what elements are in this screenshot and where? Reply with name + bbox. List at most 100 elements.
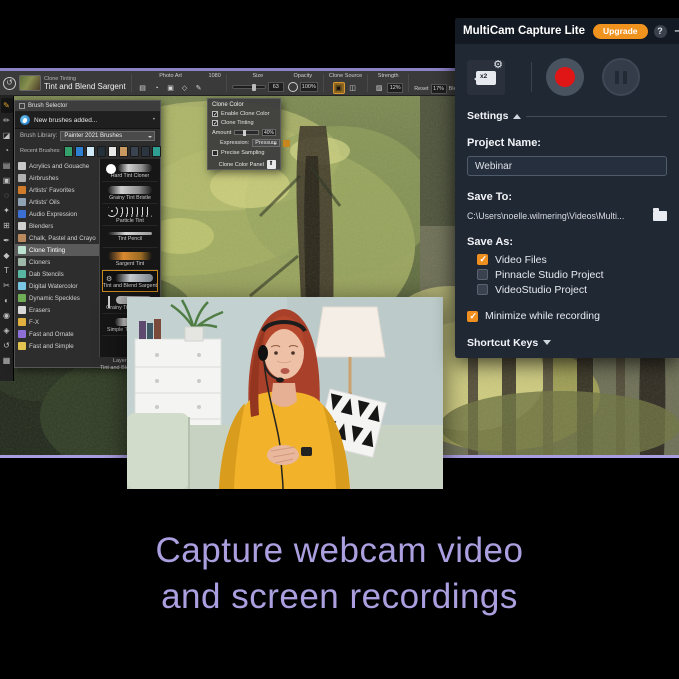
category-artists-oils[interactable]: Artists' Oils: [15, 196, 99, 208]
folder-browse-icon[interactable]: [653, 211, 667, 221]
amount-value[interactable]: 40%: [262, 129, 276, 136]
recent-brush[interactable]: [130, 146, 139, 157]
enable-clone-color-row[interactable]: Enable Clone Color: [212, 111, 276, 117]
checkbox[interactable]: [477, 284, 488, 295]
brush-category-icon: [18, 174, 26, 182]
recent-brush[interactable]: [75, 146, 84, 157]
brush-grainy-tint-bristle[interactable]: Grainy Tint Bristle: [102, 182, 158, 204]
category-fast-and-ornate[interactable]: Fast and Ornate: [15, 328, 99, 340]
category-f-x[interactable]: F-X: [15, 316, 99, 328]
clone-source-stamp-icon[interactable]: ▣: [333, 82, 345, 94]
option-videostudio-project[interactable]: VideoStudio Project: [467, 282, 667, 297]
shortcut-keys-toggle[interactable]: Shortcut Keys: [467, 337, 667, 349]
rotate-page-tool[interactable]: ↺: [1, 338, 13, 353]
checkbox[interactable]: [477, 254, 488, 265]
category-digital-watercolor[interactable]: Digital Watercolor: [15, 280, 99, 292]
category-cloners[interactable]: Cloners: [15, 256, 99, 268]
clone-tinting-checkbox[interactable]: [212, 120, 218, 126]
upgrade-button[interactable]: Upgrade: [593, 24, 647, 39]
photo-art-quick-clone-icon[interactable]: ◔: [151, 82, 163, 94]
brush-tint-and-blend-sargent[interactable]: Tint and Blend Sargent: [102, 270, 158, 292]
size-value[interactable]: 63: [268, 82, 284, 92]
media-value[interactable]: 17%: [431, 84, 447, 94]
category-fast-and-simple[interactable]: Fast and Simple: [15, 340, 99, 352]
brush-library-dropdown[interactable]: Painter 2021 Brushes: [60, 131, 155, 141]
size-slider[interactable]: [232, 85, 266, 89]
option-pinnacle-studio-project[interactable]: Pinnacle Studio Project: [467, 267, 667, 282]
brush-preset-indicator[interactable]: ↺ Clone Tinting Tint and Blend Sargent: [3, 72, 126, 94]
scissors-tool[interactable]: ✂: [1, 278, 13, 293]
option-video-files[interactable]: Video Files: [467, 252, 667, 267]
brush-tool[interactable]: ✎: [1, 98, 13, 113]
eraser-tool[interactable]: ◪: [1, 128, 13, 143]
media-reset-label[interactable]: Reset: [414, 86, 428, 92]
photo-art-pen-icon[interactable]: ✎: [193, 82, 205, 94]
clone-stamp-tool[interactable]: ▣: [1, 173, 13, 188]
project-name-input[interactable]: [467, 156, 667, 176]
recent-brush[interactable]: [108, 146, 117, 157]
clone-tinting-row[interactable]: Clone Tinting: [212, 120, 276, 126]
minimize-icon[interactable]: –: [675, 26, 679, 37]
photo-art-stamp-icon[interactable]: ▤: [137, 82, 149, 94]
help-icon[interactable]: ?: [654, 25, 667, 38]
category-dab-stencils[interactable]: Dab Stencils: [15, 268, 99, 280]
category-erasers[interactable]: Erasers: [15, 304, 99, 316]
category-acrylics-and-gouache[interactable]: Acrylics and Gouache: [15, 160, 99, 172]
photo-art-cursor-icon[interactable]: ◇: [179, 82, 191, 94]
strength-value[interactable]: 12%: [387, 83, 403, 93]
minimize-checkbox[interactable]: [467, 311, 478, 322]
recent-brush[interactable]: [64, 146, 73, 157]
recent-brush[interactable]: [119, 146, 128, 157]
brush-particle-tint[interactable]: Particle Tint: [102, 204, 158, 226]
pen-tool[interactable]: ✏: [1, 113, 13, 128]
navigator-tool[interactable]: ▦: [1, 353, 13, 368]
divine-proportion-tool[interactable]: ◈: [1, 323, 13, 338]
category-chalk-pastel-and-crayons[interactable]: Chalk, Pastel and Crayons: [15, 232, 99, 244]
settings-toggle[interactable]: Settings: [467, 110, 667, 122]
new-brushes-notification[interactable]: New brushes added... •: [15, 112, 160, 129]
record-button[interactable]: [546, 58, 584, 96]
expression-settings-icon[interactable]: [283, 140, 290, 147]
brush-hard-tint-cloner[interactable]: Hard Tint Cloner: [102, 160, 158, 182]
camera-sources-button[interactable]: x2 ⚙: [467, 60, 505, 95]
recent-brush[interactable]: [141, 146, 150, 157]
opacity-value[interactable]: 100%: [300, 82, 318, 92]
recent-brush[interactable]: [152, 146, 161, 157]
pause-button[interactable]: [602, 58, 640, 96]
notification-close-icon[interactable]: •: [153, 117, 155, 123]
category-clone-tinting[interactable]: Clone Tinting: [15, 244, 99, 256]
dropper-tool[interactable]: ◔: [1, 143, 13, 158]
mixer-tool[interactable]: ◐: [1, 293, 13, 308]
clone-color-panel-button[interactable]: Clone Color Panel: [212, 160, 276, 169]
precise-sampling-row[interactable]: Precise Sampling: [212, 150, 276, 156]
crop-tool[interactable]: ⊞: [1, 218, 13, 233]
precise-sampling-checkbox[interactable]: [212, 150, 218, 156]
enable-clone-color-checkbox[interactable]: [212, 111, 218, 117]
category-dynamic-speckles[interactable]: Dynamic Speckles: [15, 292, 99, 304]
magic-wand-tool[interactable]: ✦: [1, 203, 13, 218]
calligraphy-tool[interactable]: ✒: [1, 233, 13, 248]
recent-brush[interactable]: [97, 146, 106, 157]
fill-tool[interactable]: ▤: [1, 158, 13, 173]
lasso-tool[interactable]: ◌: [1, 188, 13, 203]
category-artists-favorites[interactable]: Artists' Favorites: [15, 184, 99, 196]
brush-selector-header[interactable]: Brush Selector: [15, 101, 160, 112]
collapse-icon: [513, 110, 521, 119]
shape-tool[interactable]: ◆: [1, 248, 13, 263]
clone-source-image-icon[interactable]: ◫: [347, 82, 359, 94]
category-blenders[interactable]: Blenders: [15, 220, 99, 232]
amount-slider[interactable]: [234, 130, 259, 135]
panel-icon: [19, 103, 25, 109]
minimize-while-recording-row[interactable]: Minimize while recording: [467, 310, 667, 322]
expression-dropdown[interactable]: Pressure: [252, 139, 280, 147]
checkbox[interactable]: [477, 269, 488, 280]
photo-art-tracing-icon[interactable]: ▣: [165, 82, 177, 94]
recent-brush[interactable]: [86, 146, 95, 157]
category-audio-expression[interactable]: Audio Expression: [15, 208, 99, 220]
brush-sargent-tint[interactable]: Sargent Tint: [102, 248, 158, 270]
category-airbrushes[interactable]: Airbrushes: [15, 172, 99, 184]
magnifier-tool[interactable]: ◉: [1, 308, 13, 323]
brush-category-icon: [18, 330, 26, 338]
text-tool[interactable]: T: [1, 263, 13, 278]
brush-tint-pencil[interactable]: Tint Pencil: [102, 226, 158, 248]
